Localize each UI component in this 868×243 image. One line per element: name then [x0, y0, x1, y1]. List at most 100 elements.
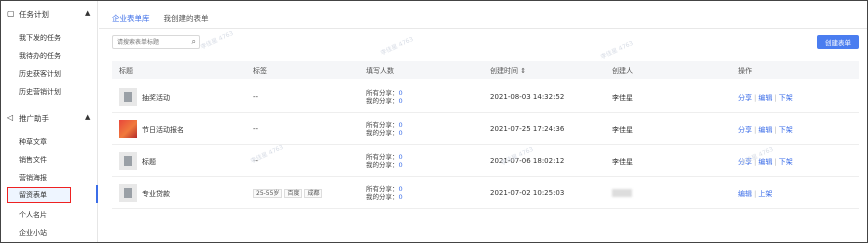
watermark: 李佳星 4763 [379, 35, 415, 58]
search-icon[interactable]: ⌕ [192, 37, 196, 47]
row-actions: 分享 | 编辑 | 下架 [738, 125, 793, 135]
sidebar: ▢ 任务计划 ▲ 我下发的任务 我待办的任务 历史获客计划 历史营销计划 ◁ 推… [1, 1, 98, 242]
table-header: 标题 标签 填写人数 创建时间 ⇕ 创建人 操作 [112, 61, 859, 79]
edit-link[interactable]: 编辑 [758, 158, 772, 166]
row-actions: 分享 | 编辑 | 下架 [738, 93, 793, 103]
document-icon [124, 92, 132, 102]
unpublish-link[interactable]: 下架 [779, 94, 793, 102]
edit-link[interactable]: 编辑 [738, 190, 752, 198]
column-creator: 创建人 [612, 67, 633, 75]
task-icon: ▢ [7, 9, 15, 18]
separator: | [774, 126, 777, 134]
table-row: 节日活动报名 -- 所有分享：0 我的分享：0 2021-07-25 17:24… [112, 113, 859, 145]
fill-label-all: 所有分享： [366, 153, 399, 161]
fill-label-mine: 我的分享： [366, 97, 399, 105]
sidebar-item-history-marketing-plan[interactable]: 历史营销计划 [19, 87, 61, 97]
table-row: 专业贷款 25-55岁 百度 成都 所有分享：0 我的分享：0 2021-07-… [112, 177, 859, 209]
separator: | [754, 190, 757, 198]
fill-count-all[interactable]: 0 [399, 121, 403, 129]
form-tag: -- [253, 93, 259, 101]
fill-label-mine: 我的分享： [366, 193, 399, 201]
create-form-button[interactable]: 创建表单 [817, 35, 859, 49]
sidebar-item-sales-files[interactable]: 销售文件 [19, 155, 47, 165]
form-tag: -- [253, 125, 259, 133]
fill-label-all: 所有分享： [366, 185, 399, 193]
created-time: 2021-07-02 10:25:03 [490, 189, 565, 197]
fill-counts: 所有分享：0 我的分享：0 [366, 153, 403, 169]
edit-link[interactable]: 编辑 [758, 126, 772, 134]
unpublish-link[interactable]: 下架 [779, 158, 793, 166]
sidebar-item-my-todo-tasks[interactable]: 我待办的任务 [19, 51, 61, 61]
sidebar-group-label: 推广助手 [19, 114, 49, 123]
tag-chip: 百度 [284, 189, 303, 198]
search-box[interactable]: ⌕ [112, 35, 200, 49]
fill-count-all[interactable]: 0 [399, 89, 403, 97]
creator: 李佳星 [612, 94, 633, 102]
fill-counts: 所有分享：0 我的分享：0 [366, 89, 403, 105]
fill-count-all[interactable]: 0 [399, 185, 403, 193]
column-fill-count: 填写人数 [366, 67, 394, 75]
column-actions: 操作 [738, 67, 752, 75]
publish-link[interactable]: 上架 [758, 190, 772, 198]
table-row: 抽奖活动 -- 所有分享：0 我的分享：0 2021-08-03 14:32:5… [112, 81, 859, 113]
form-title[interactable]: 标题 [142, 157, 156, 167]
fill-count-mine[interactable]: 0 [399, 161, 403, 169]
watermark: 李佳星 4763 [199, 29, 235, 52]
form-thumbnail [119, 184, 137, 202]
chevron-up-icon[interactable]: ▲ [85, 113, 90, 121]
fill-count-mine[interactable]: 0 [399, 97, 403, 105]
sidebar-group-promotion[interactable]: ◁ 推广助手 ▲ [1, 110, 98, 126]
sidebar-item-articles[interactable]: 种草文章 [19, 137, 47, 147]
fill-label-all: 所有分享： [366, 89, 399, 97]
form-thumbnail [119, 152, 137, 170]
document-icon [124, 188, 132, 198]
tag-chip: 25-55岁 [253, 189, 283, 198]
divider [99, 28, 867, 29]
tab-my-forms[interactable]: 我创建的表单 [164, 13, 209, 29]
watermark: 李佳星 4763 [599, 39, 635, 62]
sidebar-item-lead-forms[interactable]: 留资表单 [7, 187, 71, 203]
separator: | [774, 158, 777, 166]
form-title[interactable]: 专业贷款 [142, 189, 170, 199]
blurred-creator [612, 189, 632, 197]
form-thumbnail [119, 88, 137, 106]
separator: | [754, 126, 757, 134]
fill-label-mine: 我的分享： [366, 129, 399, 137]
created-time: 2021-07-25 17:24:36 [490, 125, 565, 133]
sidebar-item-history-acquire-plan[interactable]: 历史获客计划 [19, 69, 61, 79]
sidebar-group-label: 任务计划 [19, 10, 49, 19]
column-tag: 标签 [253, 67, 267, 75]
fill-counts: 所有分享：0 我的分享：0 [366, 121, 403, 137]
sidebar-item-posters[interactable]: 营销海报 [19, 173, 47, 183]
separator: | [754, 94, 757, 102]
separator: | [774, 94, 777, 102]
creator: 李佳星 [612, 126, 633, 134]
sidebar-group-task-plan[interactable]: ▢ 任务计划 ▲ [1, 6, 98, 22]
document-icon [124, 156, 132, 166]
sidebar-item-company-site[interactable]: 企业小站 [19, 228, 47, 238]
tab-company-forms[interactable]: 企业表单库 [112, 13, 150, 29]
fill-count-all[interactable]: 0 [399, 153, 403, 161]
main-content: 企业表单库 我创建的表单 ⌕ 创建表单 标题 标签 填写人数 创建时间 ⇕ 创建… [99, 1, 867, 242]
fill-label-all: 所有分享： [366, 121, 399, 129]
form-title[interactable]: 节日活动报名 [142, 125, 184, 135]
active-indicator [96, 185, 98, 203]
form-title[interactable]: 抽奖活动 [142, 93, 170, 103]
sidebar-item-business-card[interactable]: 个人名片 [19, 210, 47, 220]
tab-bar: 企业表单库 我创建的表单 [112, 13, 223, 29]
column-created-time[interactable]: 创建时间 ⇕ [490, 66, 526, 76]
megaphone-icon: ◁ [7, 113, 14, 122]
share-link[interactable]: 分享 [738, 94, 752, 102]
form-thumbnail [119, 120, 137, 138]
chevron-up-icon[interactable]: ▲ [85, 9, 90, 17]
fill-count-mine[interactable]: 0 [399, 193, 403, 201]
search-input[interactable] [117, 38, 187, 47]
row-actions: 编辑 | 上架 [738, 189, 772, 199]
creator: 李佳星 [612, 158, 633, 166]
column-title: 标题 [119, 67, 133, 75]
edit-link[interactable]: 编辑 [758, 94, 772, 102]
unpublish-link[interactable]: 下架 [779, 126, 793, 134]
share-link[interactable]: 分享 [738, 126, 752, 134]
sidebar-item-my-issued-tasks[interactable]: 我下发的任务 [19, 33, 61, 43]
fill-count-mine[interactable]: 0 [399, 129, 403, 137]
